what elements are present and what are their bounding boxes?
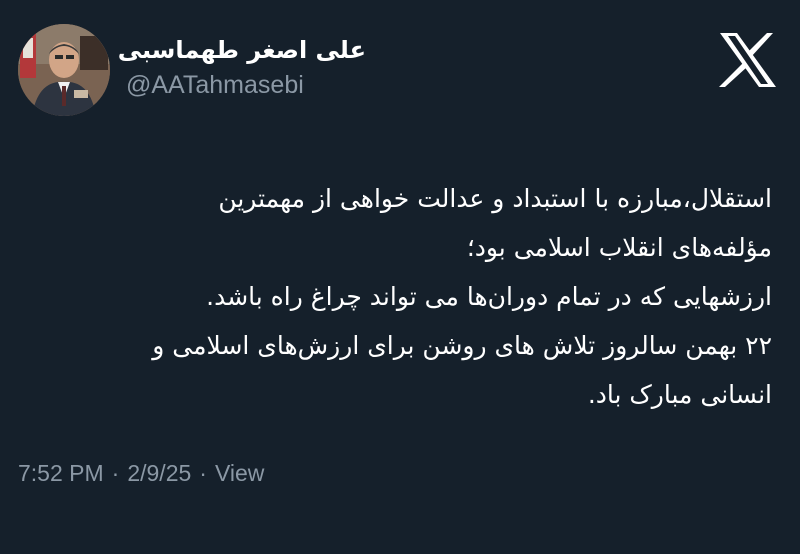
tweet-line: مؤلفه‌های انقلاب اسلامی بود؛ [466, 233, 772, 262]
avatar[interactable] [18, 24, 110, 116]
tweet-date[interactable]: 2/9/25 [127, 460, 191, 486]
tweet-text: استقلال،مبارزه با استبداد و عدالت خواهی … [12, 174, 772, 419]
tweet-line: ارزشهایی که در تمام دوران‌ها می تواند چر… [206, 282, 772, 311]
view-link[interactable]: View [215, 460, 264, 486]
tweet-line: انسانی مبارک باد. [587, 380, 772, 409]
avatar-image [18, 24, 110, 116]
tweet-line: ۲۲ بهمن سالروز تلاش های روشن برای ارزش‌ه… [152, 331, 772, 360]
x-logo-icon[interactable] [716, 30, 780, 90]
meta-separator: · [111, 460, 120, 486]
tweet-card: علی اصغر طهماسبی @AATahmasebi استقلال،مب… [0, 0, 800, 554]
tweet-time[interactable]: 7:52 PM [18, 460, 104, 486]
author-info: علی اصغر طهماسبی @AATahmasebi [118, 34, 366, 100]
author-display-name[interactable]: علی اصغر طهماسبی [118, 34, 366, 66]
meta-separator: · [199, 460, 207, 486]
author-handle[interactable]: @AATahmasebi [126, 70, 366, 100]
tweet-line: استقلال،مبارزه با استبداد و عدالت خواهی … [218, 184, 772, 213]
tweet-meta: 7:52 PM · 2/9/25 · View [18, 458, 264, 488]
